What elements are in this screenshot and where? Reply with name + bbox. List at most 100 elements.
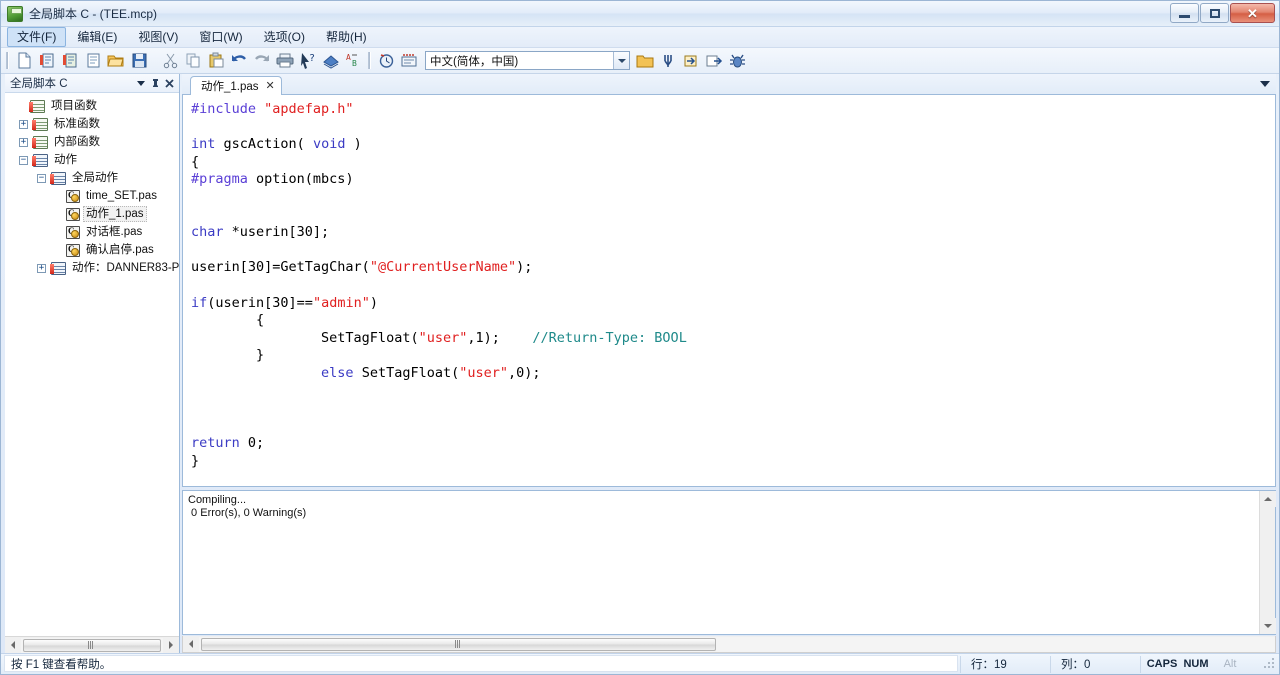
print-icon[interactable] bbox=[274, 50, 296, 72]
svg-text:?: ? bbox=[309, 53, 315, 64]
debug-icon[interactable] bbox=[726, 50, 748, 72]
history-icon[interactable] bbox=[375, 50, 397, 72]
step-into-icon[interactable] bbox=[680, 50, 702, 72]
code-line: return 0; bbox=[191, 435, 1275, 453]
panel-pin-icon[interactable] bbox=[148, 76, 162, 90]
info-icon[interactable] bbox=[398, 50, 420, 72]
code-token: *userin[30]; bbox=[223, 224, 330, 241]
editor-scroll-thumb[interactable] bbox=[201, 637, 716, 651]
code-line: SetTagFloat("user",1); //Return-Type: BO… bbox=[191, 330, 1275, 348]
new-function-icon[interactable] bbox=[36, 50, 58, 72]
code-editor[interactable]: #include "apdefap.h" int gscAction( void… bbox=[182, 95, 1276, 487]
step-over-icon[interactable] bbox=[703, 50, 725, 72]
properties-icon[interactable] bbox=[82, 50, 104, 72]
editor-scroll-track[interactable] bbox=[199, 636, 1275, 652]
scroll-left-arrow[interactable] bbox=[183, 636, 199, 652]
toolbar: ? AB 中文(简体，中国) bbox=[1, 48, 1279, 74]
tab-action-1-pas[interactable]: 动作_1.pas ✕ bbox=[190, 76, 282, 95]
code-token: 0; bbox=[239, 435, 265, 452]
chevron-down-icon[interactable] bbox=[613, 52, 629, 69]
tree-node-standard-functions[interactable]: + 标准函数 bbox=[5, 115, 179, 133]
code-line: } bbox=[191, 453, 1275, 471]
status-bar: 按 F1 键查看帮助。 行：19 列：0 CAPS NUM Alt bbox=[1, 653, 1279, 674]
menu-item-options[interactable]: 选项(O) bbox=[254, 27, 315, 47]
action-folder-icon bbox=[50, 261, 66, 275]
compiler-output-text[interactable]: Compiling... 0 Error(s), 0 Warning(s) bbox=[183, 491, 1259, 634]
code-token: ) bbox=[345, 136, 362, 153]
tree-node-time-set-pas[interactable]: time_SET.pas bbox=[5, 187, 179, 205]
pas-file-icon bbox=[66, 243, 80, 257]
output-vertical-scrollbar[interactable] bbox=[1259, 491, 1276, 634]
menu-item-help[interactable]: 帮助(H) bbox=[316, 27, 377, 47]
menu-item-file[interactable]: 文件(F) bbox=[7, 27, 67, 47]
tree-scroll-thumb[interactable] bbox=[23, 638, 161, 652]
cut-icon[interactable] bbox=[159, 50, 181, 72]
new-file-icon[interactable] bbox=[13, 50, 35, 72]
tree-node-global-actions[interactable]: − 全局动作 bbox=[5, 169, 179, 187]
tab-close-icon[interactable]: ✕ bbox=[266, 81, 275, 92]
tree-node-label: 全局动作 bbox=[72, 172, 118, 184]
menu-item-window[interactable]: 窗口(W) bbox=[189, 27, 252, 47]
maximize-button[interactable] bbox=[1200, 3, 1229, 23]
tree-node-confirm-start-stop-pas[interactable]: 确认启停.pas bbox=[5, 241, 179, 259]
compile-icon[interactable] bbox=[320, 50, 342, 72]
minimize-icon bbox=[1179, 14, 1190, 18]
minimize-button[interactable] bbox=[1170, 3, 1199, 23]
svg-text:B: B bbox=[352, 59, 357, 68]
redo-icon[interactable] bbox=[251, 50, 273, 72]
tree-node-internal-functions[interactable]: + 内部函数 bbox=[5, 133, 179, 151]
scroll-down-arrow[interactable] bbox=[1260, 618, 1276, 634]
code-token: } bbox=[191, 452, 200, 469]
menu-item-edit[interactable]: 编辑(E) bbox=[67, 27, 127, 47]
code-text[interactable]: #include "apdefap.h" int gscAction( void… bbox=[183, 95, 1275, 486]
status-caps-indicator: CAPS bbox=[1146, 658, 1178, 670]
toolbar-grip[interactable] bbox=[6, 52, 9, 69]
main-body: 全局脚本 C 项目函数 + 标准函数 + 内部函数 − 动作 − 全局动作 C … bbox=[1, 74, 1279, 653]
scroll-left-arrow[interactable] bbox=[5, 637, 21, 653]
expander-icon[interactable]: + bbox=[19, 119, 28, 129]
tree-node-dialog-pas[interactable]: 对话框.pas bbox=[5, 223, 179, 241]
toolbar-grip-3[interactable] bbox=[368, 52, 371, 69]
paste-icon[interactable] bbox=[205, 50, 227, 72]
find-replace-icon[interactable]: AB bbox=[343, 50, 365, 72]
editor-area: 动作_1.pas ✕ #include "apdefap.h" int gscA… bbox=[180, 74, 1279, 653]
panel-close-icon[interactable] bbox=[162, 76, 176, 90]
editor-tab-strip: 动作_1.pas ✕ bbox=[182, 74, 1276, 95]
tree-node-actions[interactable]: − 动作 bbox=[5, 151, 179, 169]
tab-list-dropdown-icon[interactable] bbox=[1258, 77, 1272, 91]
menu-item-view[interactable]: 视图(V) bbox=[128, 27, 188, 47]
language-select[interactable]: 中文(简体，中国) bbox=[425, 51, 630, 70]
code-line: userin[30]=GetTagChar("@CurrentUserName"… bbox=[191, 259, 1275, 277]
expander-icon[interactable]: + bbox=[19, 137, 28, 147]
tree-node-label: 标准函数 bbox=[54, 118, 100, 130]
scroll-right-arrow[interactable] bbox=[163, 637, 179, 653]
open-folder-icon[interactable] bbox=[105, 50, 127, 72]
tree-node-action-danner83-pc[interactable]: + 动作：DANNER83-PC bbox=[5, 259, 179, 277]
script-tree[interactable]: 项目函数 + 标准函数 + 内部函数 − 动作 − 全局动作 C time_SE… bbox=[5, 93, 179, 636]
copy-icon[interactable] bbox=[182, 50, 204, 72]
code-line: else SetTagFloat("user",0); bbox=[191, 365, 1275, 383]
status-column-number: 列：0 bbox=[1050, 655, 1140, 673]
expander-icon[interactable]: − bbox=[19, 155, 28, 165]
save-icon[interactable] bbox=[128, 50, 150, 72]
output-pane: Compiling... 0 Error(s), 0 Warning(s) bbox=[182, 490, 1276, 635]
maximize-icon bbox=[1209, 8, 1220, 18]
tree-node-action-1-pas[interactable]: 动作_1.pas bbox=[5, 205, 179, 223]
compile-all-icon[interactable] bbox=[657, 50, 679, 72]
editor-horizontal-scrollbar[interactable] bbox=[182, 636, 1276, 653]
scroll-up-arrow[interactable] bbox=[1260, 491, 1276, 507]
new-action-icon[interactable] bbox=[59, 50, 81, 72]
undo-icon[interactable] bbox=[228, 50, 250, 72]
tree-scroll-track[interactable] bbox=[21, 637, 163, 653]
help-pointer-icon[interactable]: ? bbox=[297, 50, 319, 72]
status-alt-indicator: Alt bbox=[1223, 658, 1237, 670]
panel-dropdown-icon[interactable] bbox=[134, 76, 148, 90]
code-token: //Return-Type: BOOL bbox=[532, 329, 687, 346]
resize-grip[interactable] bbox=[1263, 657, 1277, 671]
close-button[interactable]: ✕ bbox=[1230, 3, 1275, 23]
tree-node-project-functions[interactable]: 项目函数 bbox=[5, 97, 179, 115]
tree-horizontal-scrollbar[interactable] bbox=[5, 636, 179, 653]
expander-icon[interactable]: + bbox=[37, 263, 46, 273]
folder-yellow-icon[interactable] bbox=[634, 50, 656, 72]
expander-icon[interactable]: − bbox=[37, 173, 46, 183]
